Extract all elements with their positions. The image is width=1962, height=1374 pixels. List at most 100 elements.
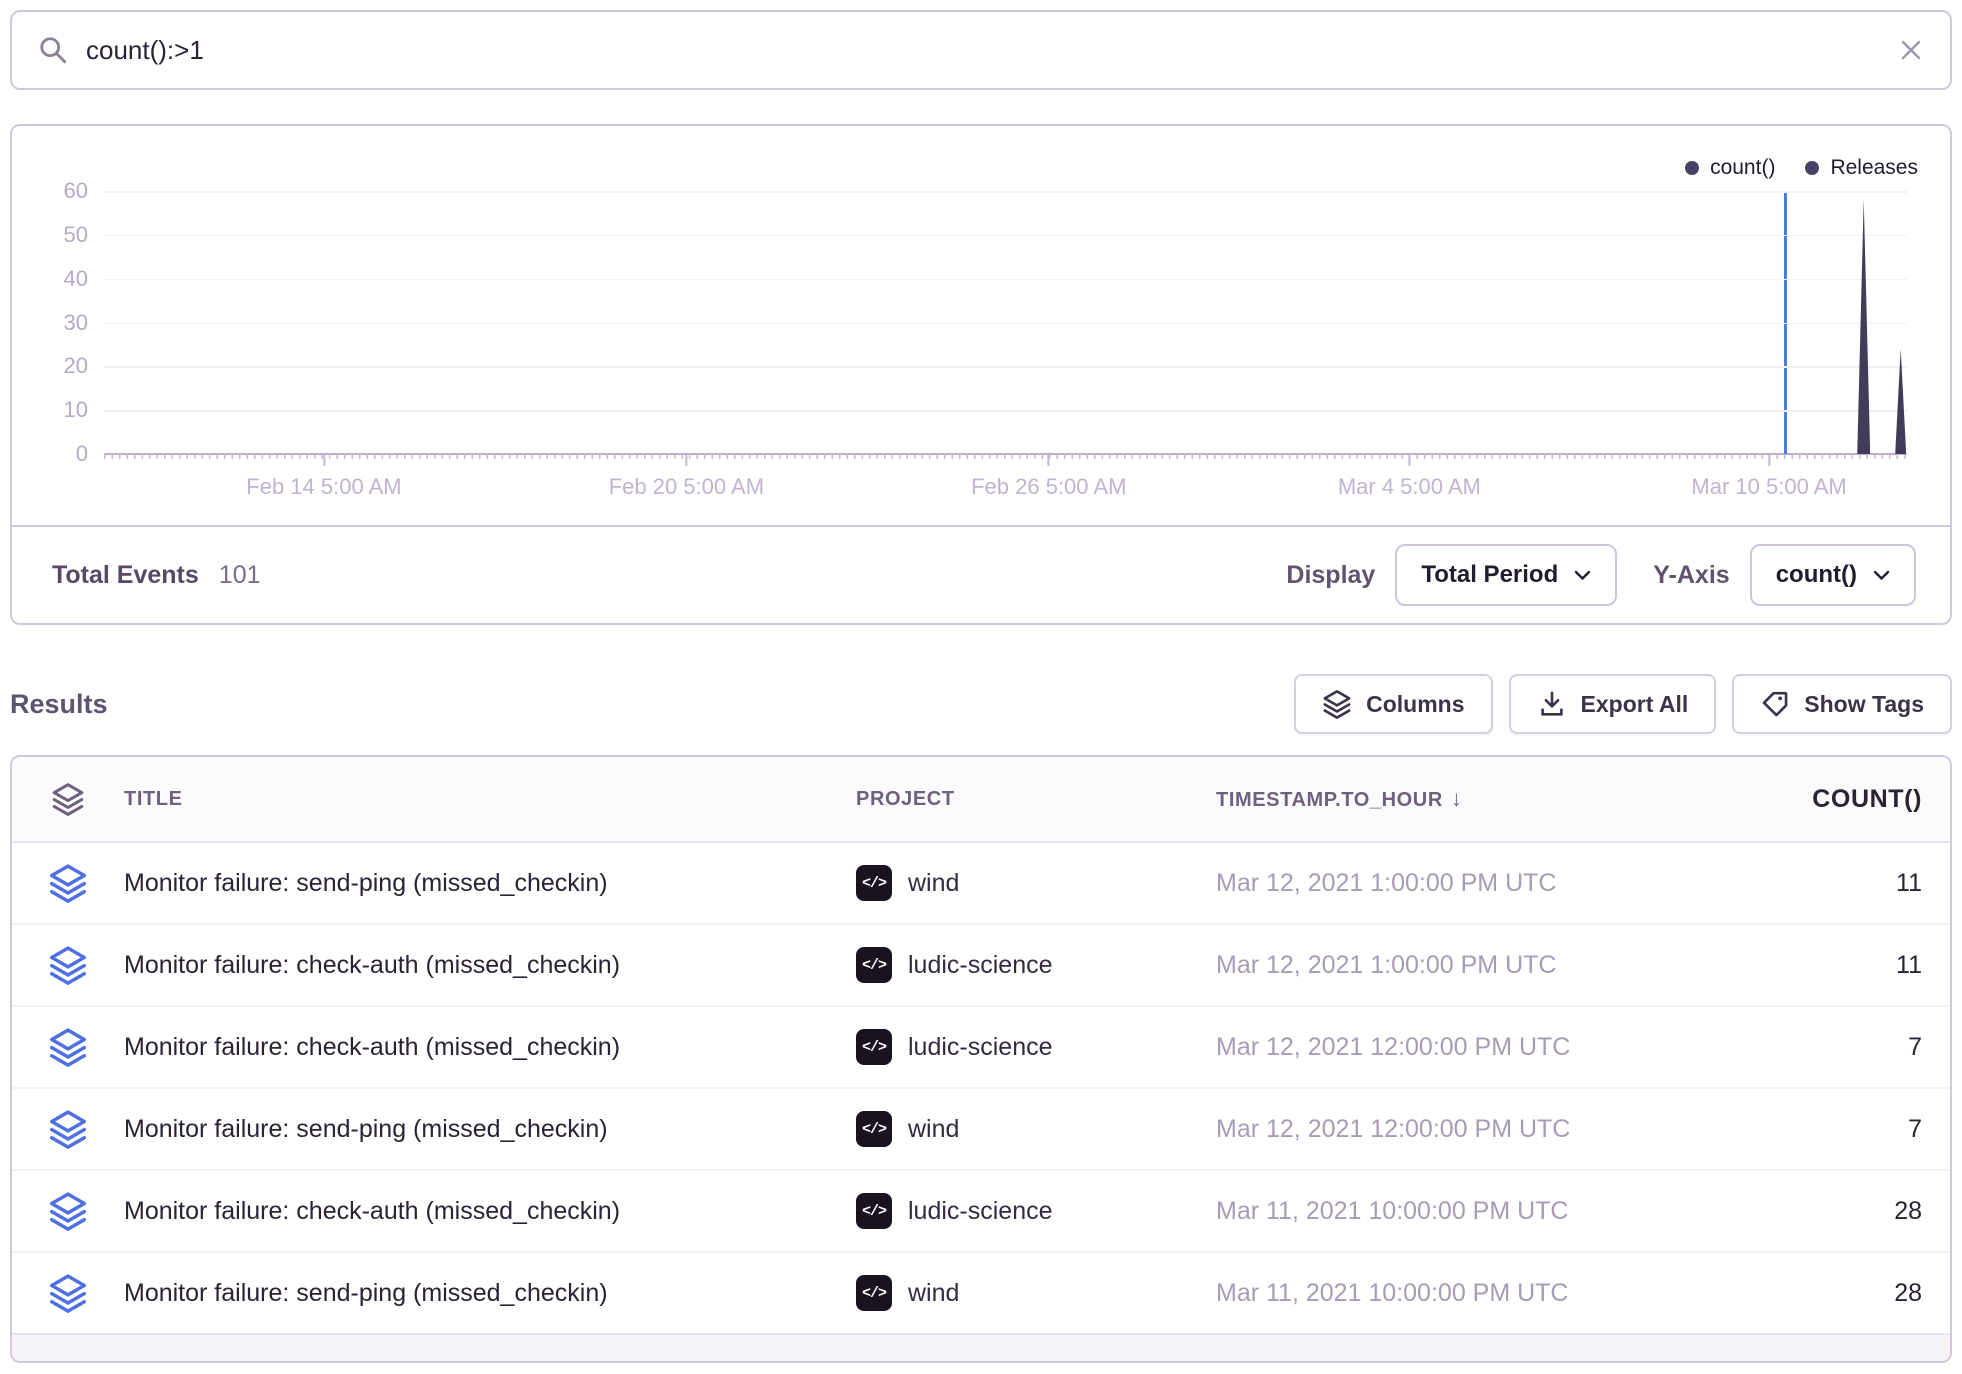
platform-code-icon: </> [856,1275,892,1311]
count-cell: 28 [1671,1197,1950,1226]
project-cell[interactable]: </> wind [856,865,1216,901]
chevron-down-icon [1873,570,1890,581]
project-name: ludic-science [908,1197,1053,1226]
project-name: wind [908,869,959,898]
count-cell: 11 [1671,869,1950,898]
event-title-link[interactable]: Monitor failure: send-ping (missed_check… [124,869,856,898]
search-bar [10,10,1952,90]
results-bar: Results Columns Export All Show Ta [10,674,1952,734]
table-row[interactable]: Monitor failure: send-ping (missed_check… [12,1253,1950,1335]
count-cell: 28 [1671,1279,1950,1308]
column-header-title[interactable]: TITLE [124,788,856,811]
project-cell[interactable]: </> ludic-science [856,947,1216,983]
table-header-row: TITLE PROJECT TIMESTAMP.TO_HOUR↓ COUNT() [12,757,1950,843]
count-series-spike [1895,349,1906,454]
legend-item[interactable]: count() [1685,156,1775,180]
table-row[interactable]: Monitor failure: check-auth (missed_chec… [12,1007,1950,1089]
show-tags-button[interactable]: Show Tags [1732,674,1952,734]
export-all-button[interactable]: Export All [1509,674,1717,734]
event-title-link[interactable]: Monitor failure: check-auth (missed_chec… [124,1033,856,1062]
project-cell[interactable]: </> wind [856,1275,1216,1311]
count-cell: 11 [1671,951,1950,980]
timestamp-cell: Mar 12, 2021 1:00:00 PM UTC [1216,869,1671,898]
y-axis-tick-label: 10 [64,397,88,423]
timestamp-cell: Mar 11, 2021 10:00:00 PM UTC [1216,1279,1671,1308]
y-axis-tick-label: 60 [64,178,88,204]
count-series-spike [1857,200,1870,454]
gridline [104,279,1907,281]
count-cell: 7 [1671,1033,1950,1062]
count-cell: 7 [1671,1115,1950,1144]
events-chart-card: count() Releases 6050403020100 Feb 14 5:… [10,124,1952,625]
chart-area: count() Releases 6050403020100 Feb 14 5:… [12,126,1950,529]
x-axis-tick: Mar 10 5:00 AM [1691,455,1846,500]
layers-icon [1322,689,1352,719]
project-cell[interactable]: </> ludic-science [856,1029,1216,1065]
table-row[interactable]: Monitor failure: send-ping (missed_check… [12,1089,1950,1171]
platform-code-icon: </> [856,1111,892,1147]
gridline [104,410,1907,412]
platform-code-icon: </> [856,865,892,901]
display-dropdown[interactable]: Total Period [1395,544,1617,606]
timestamp-cell: Mar 12, 2021 12:00:00 PM UTC [1216,1115,1671,1144]
stack-icon [12,1273,124,1313]
event-title-link[interactable]: Monitor failure: send-ping (missed_check… [124,1115,856,1144]
legend-dot-icon [1805,161,1819,175]
sort-desc-arrow-icon: ↓ [1451,786,1463,811]
y-axis-tick-label: 20 [64,353,88,379]
table-row[interactable]: Monitor failure: check-auth (missed_chec… [12,925,1950,1007]
x-axis-tick-mark [323,455,325,466]
chevron-down-icon [1574,570,1591,581]
x-axis-tick-mark [1408,455,1410,466]
project-cell[interactable]: </> wind [856,1111,1216,1147]
x-axis-tick-mark [1048,455,1050,466]
search-icon [38,35,68,65]
y-axis-tick-label: 40 [64,266,88,292]
column-header-project[interactable]: PROJECT [856,788,1216,811]
project-cell[interactable]: </> ludic-science [856,1193,1216,1229]
stack-icon [12,1109,124,1149]
total-events-label: Total Events [52,561,199,590]
stack-icon [12,945,124,985]
project-name: wind [908,1279,959,1308]
timestamp-cell: Mar 12, 2021 1:00:00 PM UTC [1216,951,1671,980]
x-axis-tick-mark [1768,455,1770,466]
project-name: ludic-science [908,1033,1053,1062]
chart-legend: count() Releases [1685,156,1918,180]
search-input[interactable] [86,35,1898,66]
table-row[interactable]: Monitor failure: send-ping (missed_check… [12,843,1950,925]
chart-plot: 6050403020100 Feb 14 5:00 AM Feb 20 5:00… [104,191,1907,454]
event-title-link[interactable]: Monitor failure: send-ping (missed_check… [124,1279,856,1308]
x-axis-tick: Feb 14 5:00 AM [246,455,401,500]
x-axis-tick-label: Feb 14 5:00 AM [246,474,401,500]
column-header-timestamp[interactable]: TIMESTAMP.TO_HOUR↓ [1216,786,1671,812]
yaxis-label: Y-Axis [1653,561,1729,590]
yaxis-dropdown[interactable]: count() [1750,544,1916,606]
gridline [104,323,1907,325]
platform-code-icon: </> [856,947,892,983]
column-header-count[interactable]: COUNT() [1671,785,1950,814]
display-dropdown-value: Total Period [1421,561,1558,589]
table-row[interactable]: Monitor failure: check-auth (missed_chec… [12,1171,1950,1253]
project-name: ludic-science [908,951,1053,980]
results-heading: Results [10,689,108,720]
y-axis-tick-label: 50 [64,222,88,248]
display-label: Display [1286,561,1375,590]
legend-item[interactable]: Releases [1805,156,1918,180]
event-title-link[interactable]: Monitor failure: check-auth (missed_chec… [124,1197,856,1226]
table-body: Monitor failure: send-ping (missed_check… [12,843,1950,1335]
y-axis-tick-label: 0 [76,441,88,467]
x-axis-tick-mark [685,455,687,466]
x-axis-tick-label: Mar 4 5:00 AM [1338,474,1481,500]
columns-button[interactable]: Columns [1294,674,1492,734]
event-title-link[interactable]: Monitor failure: check-auth (missed_chec… [124,951,856,980]
x-axis-tick: Mar 4 5:00 AM [1338,455,1481,500]
platform-code-icon: </> [856,1029,892,1065]
stack-icon [12,1027,124,1067]
gridline [104,366,1907,368]
close-icon[interactable] [1898,37,1924,63]
stack-icon [12,782,124,816]
download-icon [1537,689,1567,719]
platform-code-icon: </> [856,1193,892,1229]
tag-icon [1760,689,1790,719]
